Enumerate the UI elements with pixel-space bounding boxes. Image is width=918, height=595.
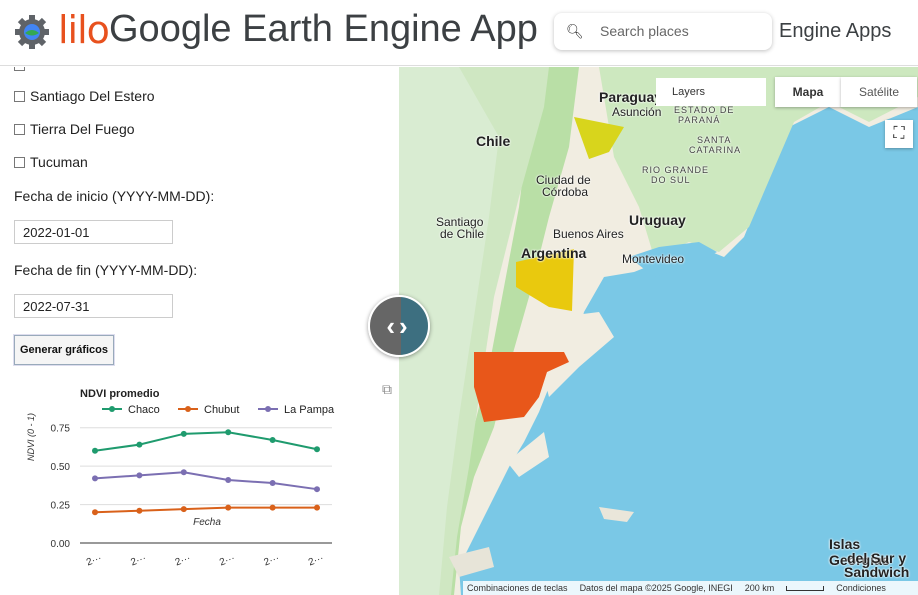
x-tick-label: 2··· bbox=[129, 553, 147, 569]
data-point bbox=[180, 506, 187, 513]
map-label-santa: SANTA bbox=[697, 135, 732, 145]
checkbox-row-tucuman[interactable]: Tucuman bbox=[14, 154, 88, 170]
data-point bbox=[269, 436, 276, 443]
app-header: lilo Google Earth Engine App 🔍︎ Engine A… bbox=[0, 0, 918, 66]
layers-button[interactable]: Layers bbox=[656, 78, 766, 106]
search-input[interactable] bbox=[600, 23, 760, 39]
data-point bbox=[269, 480, 276, 487]
control-panel: Santiago Del Estero Tierra Del Fuego Tuc… bbox=[0, 67, 399, 595]
checkbox[interactable] bbox=[14, 156, 25, 168]
x-tick-label: 2··· bbox=[263, 553, 281, 569]
series-line-la-pampa bbox=[94, 471, 318, 491]
legend-label: Chaco bbox=[128, 404, 160, 416]
data-point bbox=[269, 504, 276, 511]
y-tick-label: 0.00 bbox=[51, 539, 71, 550]
map-view[interactable]: Paraguay Asunción Chile ESTADO DE PARANÁ… bbox=[399, 67, 918, 595]
x-tick-label: 2··· bbox=[174, 553, 192, 569]
data-point bbox=[92, 475, 98, 482]
map-label-argentina: Argentina bbox=[521, 245, 587, 261]
generate-charts-button[interactable]: Generar gráficos bbox=[14, 335, 114, 365]
checkbox-label: Tucuman bbox=[30, 154, 88, 170]
map-label-asuncion: Asunción bbox=[612, 105, 662, 119]
data-point bbox=[136, 507, 143, 514]
ndvi-chart: NDVI promedio Chaco Chubut La Pampa 0.00 0.… bbox=[26, 388, 335, 569]
start-date-label: Fecha de inicio (YYYY-MM-DD): bbox=[14, 188, 215, 204]
y-tick-label: 0.50 bbox=[51, 462, 71, 473]
data-point bbox=[225, 476, 232, 483]
map-label-parana: PARANÁ bbox=[678, 115, 721, 125]
map-label-estado-de: ESTADO DE bbox=[674, 105, 735, 115]
checkbox[interactable] bbox=[14, 90, 25, 102]
map-type-satelite-button[interactable]: Satélite bbox=[841, 77, 917, 107]
map-label-montevideo: Montevideo bbox=[622, 252, 685, 266]
map-data-credit: Datos del mapa ©2025 Google, INEGI bbox=[579, 583, 733, 593]
engine-apps-link[interactable]: Engine Apps bbox=[779, 20, 891, 43]
page-title: Google Earth Engine App bbox=[109, 8, 538, 50]
checkbox-row-santiago-del-estero[interactable]: Santiago Del Estero bbox=[14, 88, 155, 104]
scale-bar: 200 km bbox=[744, 583, 775, 593]
y-axis-label: NDVI (0 - 1) bbox=[26, 413, 36, 461]
map-label-chile: Chile bbox=[476, 133, 511, 149]
data-point bbox=[225, 504, 232, 511]
swipe-arrows-icon: ‹› bbox=[386, 311, 412, 341]
checkbox-row-tierra-del-fuego[interactable]: Tierra Del Fuego bbox=[14, 121, 135, 137]
legend-marker bbox=[265, 406, 271, 412]
map-label-catarina: CATARINA bbox=[689, 145, 742, 155]
checkbox-row-partial[interactable] bbox=[14, 67, 30, 71]
map-attribution: Combinaciones de teclas Datos del mapa ©… bbox=[463, 581, 918, 595]
map-label-do-sul: DO SUL bbox=[651, 175, 691, 185]
checkbox[interactable] bbox=[14, 123, 25, 135]
x-tick-label: 2··· bbox=[307, 553, 325, 569]
data-point bbox=[180, 430, 187, 437]
legend-marker bbox=[109, 406, 115, 412]
earth-engine-gear-icon bbox=[15, 15, 49, 49]
chart-title: NDVI promedio bbox=[80, 388, 160, 400]
series-line-chaco bbox=[94, 431, 318, 452]
data-point bbox=[136, 472, 143, 479]
data-point bbox=[225, 429, 232, 436]
chart-legend: Chaco Chubut La Pampa bbox=[102, 404, 335, 416]
legend-label: La Pampa bbox=[284, 404, 335, 416]
y-tick-label: 0.25 bbox=[51, 501, 71, 512]
legend-marker bbox=[185, 406, 191, 412]
checkbox-label: Tierra Del Fuego bbox=[30, 121, 135, 137]
data-point bbox=[180, 469, 187, 476]
end-date-label: Fecha de fin (YYYY-MM-DD): bbox=[14, 262, 198, 278]
map-type-mapa-button[interactable]: Mapa bbox=[775, 77, 841, 107]
data-point bbox=[92, 509, 98, 516]
x-tick-label: 2··· bbox=[85, 553, 103, 569]
y-tick-label: 0.75 bbox=[51, 424, 71, 435]
scale-bar-line bbox=[786, 585, 825, 591]
data-point bbox=[92, 447, 98, 454]
search-icon: 🔍︎ bbox=[566, 23, 584, 39]
map-label-uruguay: Uruguay bbox=[629, 212, 686, 228]
legend-label: Chubut bbox=[204, 404, 239, 416]
keyboard-shortcuts-link[interactable]: Combinaciones de teclas bbox=[467, 583, 568, 593]
end-date-input[interactable] bbox=[14, 294, 173, 318]
checkbox[interactable] bbox=[14, 67, 25, 71]
terms-link[interactable]: Condiciones bbox=[836, 583, 886, 593]
x-tick-label: 2··· bbox=[218, 553, 236, 569]
map-label-cordoba: Córdoba bbox=[542, 185, 589, 199]
map-label-paraguay: Paraguay bbox=[599, 89, 663, 105]
popout-icon[interactable]: ⧉ bbox=[382, 381, 392, 398]
start-date-input[interactable] bbox=[14, 220, 173, 244]
checkbox-label: Santiago Del Estero bbox=[30, 88, 155, 104]
fullscreen-icon[interactable]: ⛶ bbox=[885, 120, 913, 148]
data-point bbox=[314, 486, 320, 493]
search-box[interactable]: 🔍︎ bbox=[554, 13, 772, 50]
split-swipe-handle[interactable]: ‹› bbox=[368, 295, 430, 357]
data-point bbox=[314, 446, 320, 453]
map-label-rio-grande: RIO GRANDE bbox=[642, 165, 710, 175]
map-label-sandwich: Sandwich bbox=[844, 564, 910, 580]
data-point bbox=[136, 441, 143, 448]
data-point bbox=[314, 504, 320, 511]
x-axis-label: Fecha bbox=[193, 517, 221, 528]
series-line-chubut bbox=[94, 506, 317, 514]
map-label-de-chile: de Chile bbox=[440, 227, 485, 241]
map-label-buenos-aires: Buenos Aires bbox=[553, 227, 624, 241]
brand-logo-text: lilo bbox=[58, 8, 110, 52]
